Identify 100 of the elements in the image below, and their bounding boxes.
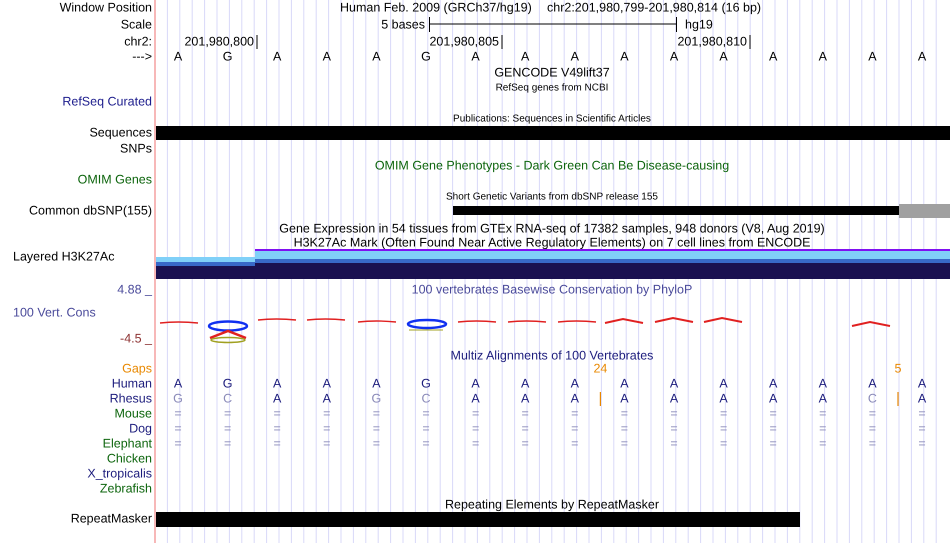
track-label: chr2: (124, 34, 152, 48)
position-text: chr2:201,980,799-201,980,814 (16 bp) (547, 0, 762, 14)
match-mark: = (918, 406, 926, 420)
match-mark: = (174, 406, 182, 420)
match-mark: = (372, 406, 380, 420)
species-label: X_tropicalis (87, 466, 152, 480)
match-mark: = (868, 406, 876, 420)
species-label: Dog (129, 421, 152, 436)
gaps-label: Gaps (122, 361, 152, 376)
base-letter: A (174, 49, 182, 64)
track-label: -4.5 _ (120, 331, 152, 346)
aligned-base: G (372, 391, 382, 406)
match-mark: = (323, 406, 330, 420)
match-mark: = (670, 406, 678, 420)
track-label: Sequences (89, 125, 152, 140)
match-mark: = (522, 421, 529, 436)
match-mark: = (670, 421, 678, 436)
track-label: Layered H3K27Ac (13, 249, 114, 264)
match-mark: = (522, 406, 529, 420)
scale-assembly: hg19 (685, 17, 713, 32)
base-letter: A (273, 49, 282, 64)
track-label: Common dbSNP(155) (29, 203, 152, 218)
aligned-base: A (620, 391, 629, 406)
aligned-base: A (570, 391, 579, 406)
match-mark: = (720, 436, 728, 450)
match-mark: = (522, 436, 529, 450)
aligned-base: G (173, 391, 183, 406)
aligned-base: A (670, 391, 678, 406)
match-mark: = (770, 421, 777, 436)
track-title: RefSeq genes from NCBI (496, 82, 608, 94)
base-letter: A (521, 49, 530, 64)
aligned-base: A (868, 376, 877, 390)
aligned-base: G (421, 376, 431, 390)
match-mark: = (274, 436, 281, 450)
match-mark: = (323, 421, 330, 436)
track-title: Multiz Alignments of 100 Vertebrates (450, 348, 654, 362)
track-title: Repeating Elements by RepeatMasker (445, 497, 659, 512)
aligned-base: A (818, 376, 827, 390)
track-label: RepeatMasker (70, 511, 152, 526)
aligned-base: A (620, 376, 629, 390)
match-mark: = (274, 406, 281, 420)
species-label: Zebrafish (100, 481, 152, 496)
track-title: OMIM Gene Phenotypes - Dark Green Can Be Disease-causing (374, 158, 730, 172)
match-mark: = (770, 436, 777, 450)
base-letter: A (372, 49, 381, 64)
track-title: Short Genetic Variants from dbSNP release 155 (446, 192, 658, 203)
aligned-base: C (223, 391, 232, 406)
track-label: Scale (120, 17, 152, 32)
base-letter: A (769, 49, 778, 64)
match-mark: = (571, 436, 578, 450)
track-label: 4.88 _ (117, 282, 152, 296)
match-mark: = (620, 436, 628, 450)
track-title: Gene Expression in 54 tissues from GTEx RNA-seq of 17382 samples, 948 donors (V8, Aug 2019) (279, 221, 825, 236)
aligned-base: A (174, 376, 182, 390)
species-label: Mouse (114, 406, 152, 420)
base-letter: G (421, 49, 431, 64)
match-mark: = (770, 406, 777, 420)
aligned-base: A (918, 376, 926, 390)
track-label: Window Position (60, 0, 152, 14)
base-letter: A (818, 49, 827, 64)
base-letter: A (918, 49, 926, 64)
species-label: Elephant (102, 436, 152, 450)
track-title: H3K27Ac Mark (Often Found Near Active Regulatory Elements) on 7 cell lines from ENCODE (294, 235, 810, 250)
aligned-base: A (670, 376, 678, 390)
match-mark: = (819, 406, 826, 420)
match-mark: = (819, 436, 826, 450)
track-title: 100 vertebrates Basewise Conservation by PhyloP (412, 282, 692, 296)
track-label: OMIM Genes (78, 172, 152, 186)
match-mark: = (274, 421, 281, 436)
base-letter: A (868, 49, 877, 64)
match-mark: = (620, 421, 628, 436)
match-mark: = (323, 436, 330, 450)
aligned-base: A (769, 376, 778, 390)
aligned-base: A (372, 376, 381, 390)
aligned-base: C (421, 391, 431, 406)
match-mark: = (670, 436, 678, 450)
aligned-base: A (471, 391, 480, 406)
coordinate-label: 201,980,810 (677, 34, 747, 48)
scale-text: 5 bases (381, 17, 425, 32)
match-mark: = (372, 436, 380, 450)
match-mark: = (819, 421, 826, 436)
match-mark: = (372, 421, 380, 436)
match-mark: = (472, 406, 480, 420)
aligned-base: A (273, 376, 282, 390)
gap-marker (600, 392, 601, 406)
tick-mark (256, 34, 258, 50)
aligned-base: A (322, 376, 331, 390)
track-label: SNPs (120, 141, 152, 156)
match-mark: = (720, 421, 728, 436)
track-label: ---> (132, 49, 152, 64)
aligned-base: A (322, 391, 331, 406)
match-mark: = (224, 436, 232, 450)
match-mark: = (571, 406, 578, 420)
coordinate-label: 201,980,805 (429, 34, 499, 48)
match-mark: = (224, 421, 232, 436)
match-mark: = (422, 436, 430, 450)
track-title: Publications: Sequences in Scientific Articles (453, 114, 651, 125)
track-label: 100 Vert. Cons (13, 305, 96, 320)
aligned-base: A (818, 391, 827, 406)
match-mark: = (472, 436, 480, 450)
